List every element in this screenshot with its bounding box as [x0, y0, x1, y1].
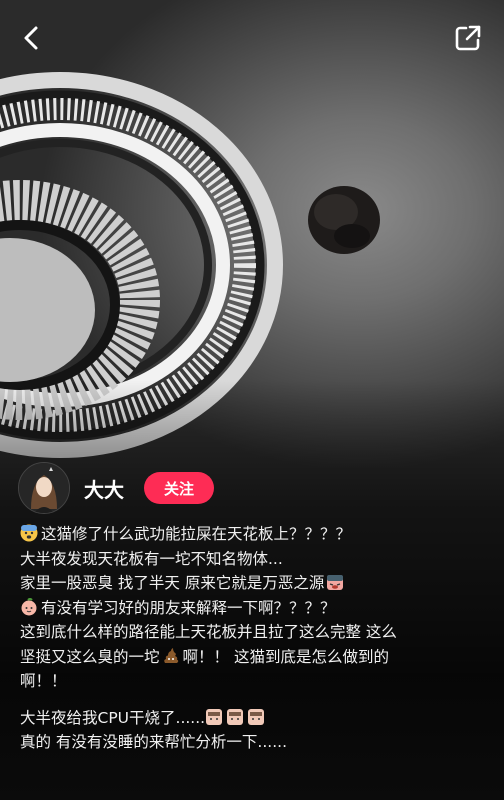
facepalm-emoji-icon: [248, 708, 265, 725]
caption-text: 这猫修了什么武功能拉屎在天花板上？？？？: [41, 525, 352, 543]
caption-line: 真的 有没有没睡的来帮忙分析一下......: [20, 733, 287, 751]
caption-line: 坚挺又这么臭的一坨 啊！！ 这猫到底是怎么做到的: [20, 645, 490, 670]
facepalm-emoji-icon: [227, 708, 244, 725]
caption-line: 有没有学习好的朋友来解释一下啊？？？？: [20, 596, 490, 621]
share-external-icon: [455, 25, 481, 51]
back-button[interactable]: [12, 18, 52, 58]
caption-text: 坚挺又这么臭的一坨: [20, 647, 160, 666]
caption-gap: [20, 694, 490, 706]
caption-line: 家里一股恶臭 找了半天 原来它就是万恶之源: [20, 571, 490, 596]
caption-line: 啊！！: [20, 672, 67, 690]
poop-emoji-icon: [163, 647, 178, 663]
avatar-image: [19, 463, 69, 513]
caption-text: 啊！！ 这猫到底是怎么做到的: [182, 647, 389, 666]
caption-line: 大半夜发现天花板有一坨不知名物体...: [20, 549, 283, 568]
peach-face-emoji-icon: [21, 597, 37, 615]
post-caption: 这猫修了什么武功能拉屎在天花板上？？？？ 大半夜发现天花板有一坨不知名物体...…: [20, 522, 490, 755]
caption-line: 这到底什么样的路径能上天花板并且拉了这么完整 这么: [20, 623, 397, 641]
tired-face-emoji-icon: [327, 575, 344, 590]
facepalm-emoji-icon: [206, 708, 223, 725]
caption-text: 家里一股恶臭 找了半天 原来它就是万恶之源: [20, 574, 325, 592]
anxious-face-emoji-icon: [20, 524, 38, 542]
caption-text: 有没有学习好的朋友来解释一下啊？？？？: [41, 598, 336, 617]
back-arrow-icon: [24, 26, 38, 50]
share-button[interactable]: [448, 18, 488, 58]
author-row: 大大 关注: [18, 462, 214, 514]
caption-line: 这猫修了什么武功能拉屎在天花板上？？？？: [20, 522, 490, 547]
follow-button[interactable]: 关注: [144, 472, 214, 504]
caption-line: 大半夜给我CPU干烧了......: [20, 706, 490, 731]
caption-text: 大半夜给我CPU干烧了......: [20, 708, 206, 727]
avatar[interactable]: [18, 462, 70, 514]
author-name[interactable]: 大大: [84, 474, 124, 503]
post-screen: 大大 关注 这猫修了什么武功能拉屎在天花板上？？？？ 大半夜发现天花板有一坨不知…: [0, 0, 504, 800]
